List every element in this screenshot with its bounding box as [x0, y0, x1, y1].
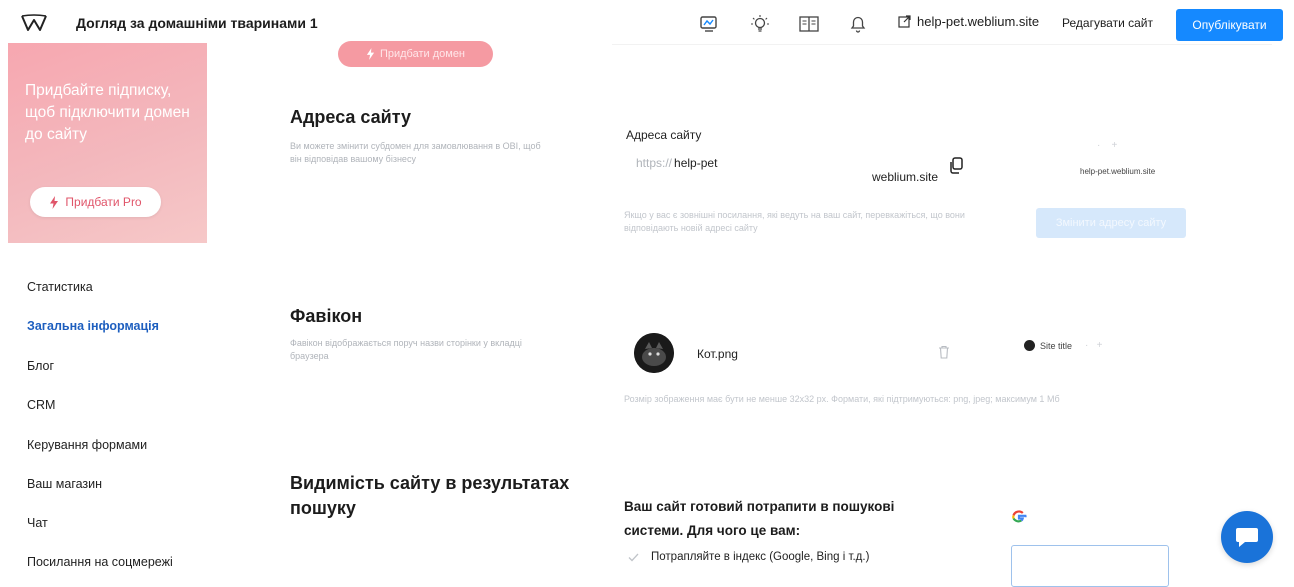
sidebar-item-forms[interactable]: Керування формами — [27, 438, 147, 452]
lightning-icon — [50, 195, 59, 209]
browser-tab-preview-controls: · + — [1097, 140, 1118, 151]
search-preview-box — [1011, 545, 1169, 587]
external-link-icon — [898, 15, 911, 28]
site-domain-link[interactable]: help-pet.weblium.site — [898, 14, 1039, 29]
subdomain-value: help-pet — [674, 156, 718, 170]
favicon-tab-preview: Site title · + — [1024, 340, 1103, 351]
sidebar-item-blog[interactable]: Блог — [27, 359, 54, 373]
favicon-tab-title: Site title — [1040, 340, 1073, 351]
check-icon — [628, 553, 639, 561]
site-address-hint: Якщо у вас є зовнішні посилання, які вед… — [624, 210, 965, 233]
site-address-field-label: Адреса сайту — [626, 128, 702, 142]
lightning-icon — [366, 48, 375, 60]
sidebar-item-general-info[interactable]: Загальна інформація — [27, 319, 159, 333]
edit-site-button[interactable]: Редагувати сайт — [1062, 16, 1153, 30]
sidebar-item-shop[interactable]: Ваш магазин — [27, 477, 102, 491]
domain-suffix: weblium.site — [872, 170, 939, 184]
tab-preview-controls: · + — [1085, 340, 1103, 351]
google-icon — [1011, 509, 1027, 530]
change-address-button[interactable]: Змінити адресу сайту — [1036, 208, 1186, 238]
favicon-preview-icon — [1024, 340, 1035, 351]
seo-bullet-text: Потрапляйте в індекс (Google, Bing і т.д… — [651, 551, 870, 563]
weblium-logo-icon[interactable] — [20, 12, 48, 34]
chat-support-button[interactable] — [1221, 511, 1273, 563]
site-address-description: Ви можете змінити субдомен для замовлюва… — [290, 141, 541, 164]
favicon-description: Фавікон відображається поруч назви сторі… — [290, 338, 522, 361]
buy-pro-label: Придбати Pro — [65, 195, 142, 209]
seo-visibility-title: Видимість сайту в результатах пошуку — [290, 473, 570, 518]
bell-icon[interactable] — [846, 12, 870, 36]
copy-icon[interactable] — [949, 157, 965, 179]
favicon-title: Фавікон — [290, 306, 363, 326]
sidebar-item-social-links[interactable]: Посилання на соцмережі — [27, 555, 173, 569]
publish-button[interactable]: Опублікувати — [1176, 9, 1283, 41]
top-bar: Догляд за домашніми тваринами 1 help-pet… — [0, 0, 1294, 48]
sidebar-item-crm[interactable]: CRM — [27, 398, 55, 412]
lightbulb-icon[interactable] — [748, 12, 772, 36]
sidebar-item-statistics[interactable]: Статистика — [27, 280, 93, 294]
book-icon[interactable] — [797, 12, 821, 36]
monitor-icon[interactable] — [697, 12, 721, 36]
site-address-title: Адреса сайту — [290, 107, 412, 127]
address-preview-url: help-pet.weblium.site — [1080, 167, 1156, 176]
trash-icon[interactable] — [938, 345, 950, 364]
favicon-hint: Розмір зображення має бути не менше 32x3… — [624, 394, 1060, 404]
site-domain-link-label: help-pet.weblium.site — [917, 14, 1040, 29]
promo-text: Придбайте підписку, щоб підключити домен… — [25, 82, 190, 143]
buy-pro-button[interactable]: Придбати Pro — [30, 187, 161, 217]
site-address-input[interactable]: https:// help-pet — [636, 156, 717, 170]
favicon-thumbnail — [634, 333, 674, 373]
divider — [612, 44, 1272, 45]
add-domain-button[interactable]: Придбати домен — [338, 41, 493, 67]
site-name[interactable]: Догляд за домашніми тваринами 1 — [76, 15, 318, 31]
url-prefix: https:// — [636, 156, 673, 170]
sidebar-item-chat[interactable]: Чат — [27, 516, 48, 530]
seo-ready-text: Ваш сайт готовий потрапити в пошукові си… — [624, 499, 895, 538]
add-domain-label: Придбати домен — [379, 48, 466, 60]
favicon-file-name: Кот.png — [697, 347, 738, 361]
seo-bullet-item: Потрапляйте в індекс (Google, Bing і т.д… — [628, 551, 869, 563]
chat-bubble-icon — [1236, 528, 1258, 547]
